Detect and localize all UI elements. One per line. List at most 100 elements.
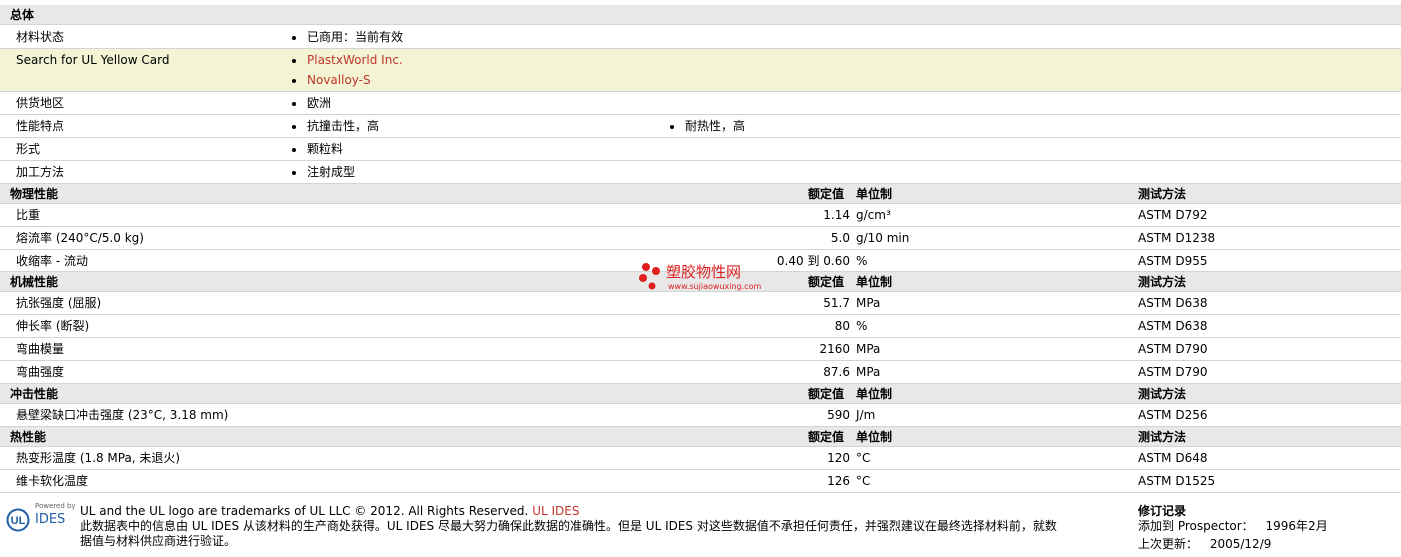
watermark-logo: 塑胶物性网 www.sujiaowuxing.com: [638, 262, 768, 296]
section-title: 物理性能: [10, 187, 59, 201]
ul-ides-link[interactable]: UL IDES: [532, 504, 579, 518]
property-name: 弯曲模量: [16, 342, 65, 356]
table-row: 弯曲模量 2160 MPa ASTM D790: [0, 338, 1401, 361]
property-unit: MPa: [856, 365, 881, 379]
property-value: 2160: [819, 342, 850, 356]
bullet-icon: [670, 125, 674, 129]
updated-value: 2005/12/9: [1209, 537, 1272, 551]
table-row: 维卡软化温度 126 °C ASTM D1525: [0, 470, 1401, 493]
revision-added: 添加到 Prospector： 1996年2月: [1138, 517, 1328, 535]
col-unit: 单位制: [856, 387, 893, 401]
value: 耐热性，高: [685, 119, 746, 133]
section-general-header: 总体: [0, 5, 1401, 25]
property-unit: MPa: [856, 342, 881, 356]
row-features: 性能特点 抗撞击性，高 耐热性，高: [0, 115, 1401, 138]
label: 性能特点: [16, 119, 65, 133]
property-unit: g/10 min: [856, 231, 910, 245]
property-value: 126: [827, 474, 850, 488]
property-value: 590: [827, 408, 850, 422]
property-value: 120: [827, 451, 850, 465]
value: 颗粒料: [307, 142, 344, 156]
bullet-icon: [292, 36, 296, 40]
row-material-status: 材料状态 已商用：当前有效: [0, 26, 1401, 49]
bullet-icon: [292, 171, 296, 175]
revision-updated: 上次更新： 2005/12/9: [1138, 535, 1271, 553]
bullet-icon: [292, 125, 296, 129]
property-test: ASTM D638: [1138, 319, 1208, 333]
table-row: 弯曲强度 87.6 MPa ASTM D790: [0, 361, 1401, 384]
col-nominal: 额定值: [808, 275, 845, 289]
bullet-icon: [292, 148, 296, 152]
section-title: 总体: [10, 8, 35, 22]
property-value: 87.6: [823, 365, 850, 379]
watermark-url: www.sujiaowuxing.com: [668, 282, 762, 291]
property-test: ASTM D648: [1138, 451, 1208, 465]
bullet-icon: [292, 79, 296, 83]
property-unit: %: [856, 319, 868, 333]
property-name: 伸长率 (断裂): [16, 319, 90, 333]
ul-ides-logo: UL Powered by IDES: [6, 502, 76, 538]
label: Search for UL Yellow Card: [16, 53, 170, 67]
property-name: 收缩率 - 流动: [16, 254, 88, 268]
col-unit: 单位制: [856, 430, 893, 444]
section-thermal-header: 热性能 额定值 单位制 测试方法: [0, 427, 1401, 447]
link-plastxworld[interactable]: PlastxWorld Inc.: [307, 51, 403, 69]
watermark-dots-icon: [639, 263, 660, 290]
property-unit: °C: [856, 474, 871, 488]
added-label: 添加到 Prospector：: [1138, 519, 1254, 533]
property-test: ASTM D790: [1138, 365, 1208, 379]
label: 形式: [16, 142, 41, 156]
table-row: 悬壁梁缺口冲击强度 (23°C, 3.18 mm) 590 J/m ASTM D…: [0, 404, 1401, 427]
property-unit: J/m: [856, 408, 876, 422]
link-novalloy[interactable]: Novalloy-S: [307, 71, 371, 89]
col-test: 测试方法: [1138, 275, 1187, 289]
value: 抗撞击性，高: [307, 119, 380, 133]
row-supply-region: 供货地区 欧洲: [0, 92, 1401, 115]
updated-label: 上次更新：: [1138, 537, 1199, 551]
table-row: 伸长率 (断裂) 80 % ASTM D638: [0, 315, 1401, 338]
property-name: 弯曲强度: [16, 365, 65, 379]
powered-by-label: Powered by: [35, 502, 76, 510]
value: 注射成型: [307, 165, 356, 179]
label: 供货地区: [16, 96, 65, 110]
section-title: 机械性能: [10, 275, 59, 289]
section-title: 冲击性能: [10, 387, 59, 401]
label: 加工方法: [16, 165, 65, 179]
ides-label: IDES: [35, 512, 66, 527]
trademark-notice: UL and the UL logo are trademarks of UL …: [80, 504, 529, 518]
value: 欧洲: [307, 96, 332, 110]
property-unit: MPa: [856, 296, 881, 310]
table-row: 熔流率 (240°C/5.0 kg) 5.0 g/10 min ASTM D12…: [0, 227, 1401, 250]
ul-logo-icon: UL: [6, 508, 30, 532]
property-test: ASTM D955: [1138, 254, 1208, 268]
property-value: 1.14: [823, 208, 850, 222]
property-name: 悬壁梁缺口冲击强度 (23°C, 3.18 mm): [16, 408, 229, 422]
added-value: 1996年2月: [1265, 519, 1328, 533]
property-value: 80: [834, 319, 850, 333]
property-name: 维卡软化温度: [16, 474, 89, 488]
property-test: ASTM D256: [1138, 408, 1208, 422]
table-row: 热变形温度 (1.8 MPa, 未退火) 120 °C ASTM D648: [0, 447, 1401, 470]
bullet-icon: [292, 59, 296, 63]
property-value: 0.40 到 0.60: [776, 254, 850, 268]
property-name: 比重: [16, 208, 41, 222]
col-nominal: 额定值: [808, 387, 845, 401]
col-test: 测试方法: [1138, 187, 1187, 201]
bullet-icon: [292, 102, 296, 106]
col-unit: 单位制: [856, 187, 893, 201]
property-value: 51.7: [823, 296, 850, 310]
property-name: 抗张强度 (屈服): [16, 296, 102, 310]
property-name: 熔流率 (240°C/5.0 kg): [16, 231, 144, 245]
property-unit: %: [856, 254, 868, 268]
table-row: 比重 1.14 g/cm³ ASTM D792: [0, 204, 1401, 227]
watermark-name: 塑胶物性网: [666, 263, 742, 281]
property-unit: °C: [856, 451, 871, 465]
section-impact-header: 冲击性能 额定值 单位制 测试方法: [0, 384, 1401, 404]
label: 材料状态: [16, 30, 65, 44]
disclaimer-line-2: 据值与材料供应商进行验证。: [80, 534, 237, 548]
property-test: ASTM D792: [1138, 208, 1208, 222]
property-test: ASTM D1525: [1138, 474, 1216, 488]
property-name: 热变形温度 (1.8 MPa, 未退火): [16, 451, 181, 465]
col-test: 测试方法: [1138, 430, 1187, 444]
property-value: 5.0: [830, 231, 850, 245]
